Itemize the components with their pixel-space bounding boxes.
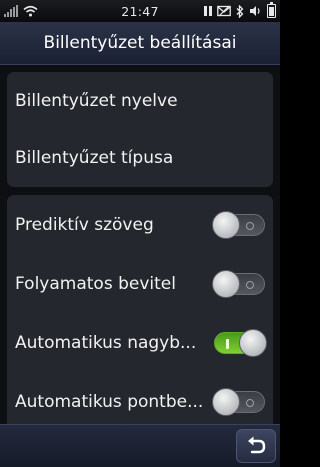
toggle-knob [239, 328, 267, 357]
auto-capitalize-item[interactable]: Automatikus nagyb... [7, 313, 273, 372]
auto-period-label: Automatikus pontbe... [15, 391, 204, 412]
continuous-input-label: Folyamatos bevitel [15, 273, 176, 294]
toggle-knob [212, 387, 240, 416]
toggle-off-icon [246, 221, 254, 230]
predictive-text-label: Prediktív szöveg [15, 214, 154, 235]
keyboard-type-label: Billentyűzet típusa [15, 147, 174, 168]
keyboard-language-item[interactable]: Billentyűzet nyelve [7, 72, 273, 129]
title-bar: Billentyűzet beállításai [0, 22, 280, 65]
back-button[interactable] [236, 429, 276, 463]
bluetooth-icon [236, 4, 244, 18]
keyboard-language-label: Billentyűzet nyelve [15, 90, 178, 111]
page-title: Billentyűzet beállításai [43, 33, 237, 53]
toggle-off-icon [246, 398, 254, 407]
predictive-text-item[interactable]: Prediktív szöveg [7, 195, 273, 254]
bottom-bar [0, 424, 280, 467]
signal-icon [4, 5, 18, 17]
status-time: 21:47 [121, 3, 159, 19]
auto-period-item[interactable]: Automatikus pontbe... [7, 372, 273, 431]
keyboard-settings-group: Billentyűzet nyelve Billentyűzet típusa [7, 72, 273, 187]
input-options-group: Prediktív szöveg Folyamatos bevitel Auto… [7, 195, 273, 435]
status-right [204, 0, 276, 22]
auto-capitalize-toggle[interactable] [214, 328, 267, 357]
predictive-text-toggle[interactable] [212, 210, 265, 239]
mail-icon [217, 5, 231, 17]
status-bar: 21:47 [0, 0, 280, 22]
continuous-input-toggle[interactable] [212, 269, 265, 298]
toggle-off-icon [246, 280, 254, 289]
toggle-on-icon [226, 338, 229, 349]
keyboard-type-item[interactable]: Billentyűzet típusa [7, 129, 273, 186]
wifi-icon [23, 5, 38, 17]
toggle-knob [212, 210, 240, 239]
continuous-input-item[interactable]: Folyamatos bevitel [7, 254, 273, 313]
auto-capitalize-label: Automatikus nagyb... [15, 332, 197, 353]
settings-screen: 21:47 Billentyűzet beállításai Billentyű… [0, 0, 280, 467]
back-arrow-icon [248, 436, 266, 454]
battery-icon [267, 2, 276, 18]
volume-icon [250, 6, 260, 16]
status-left [4, 0, 38, 22]
auto-period-toggle[interactable] [212, 387, 265, 416]
pause-icon [204, 6, 212, 16]
toggle-knob [212, 269, 240, 298]
